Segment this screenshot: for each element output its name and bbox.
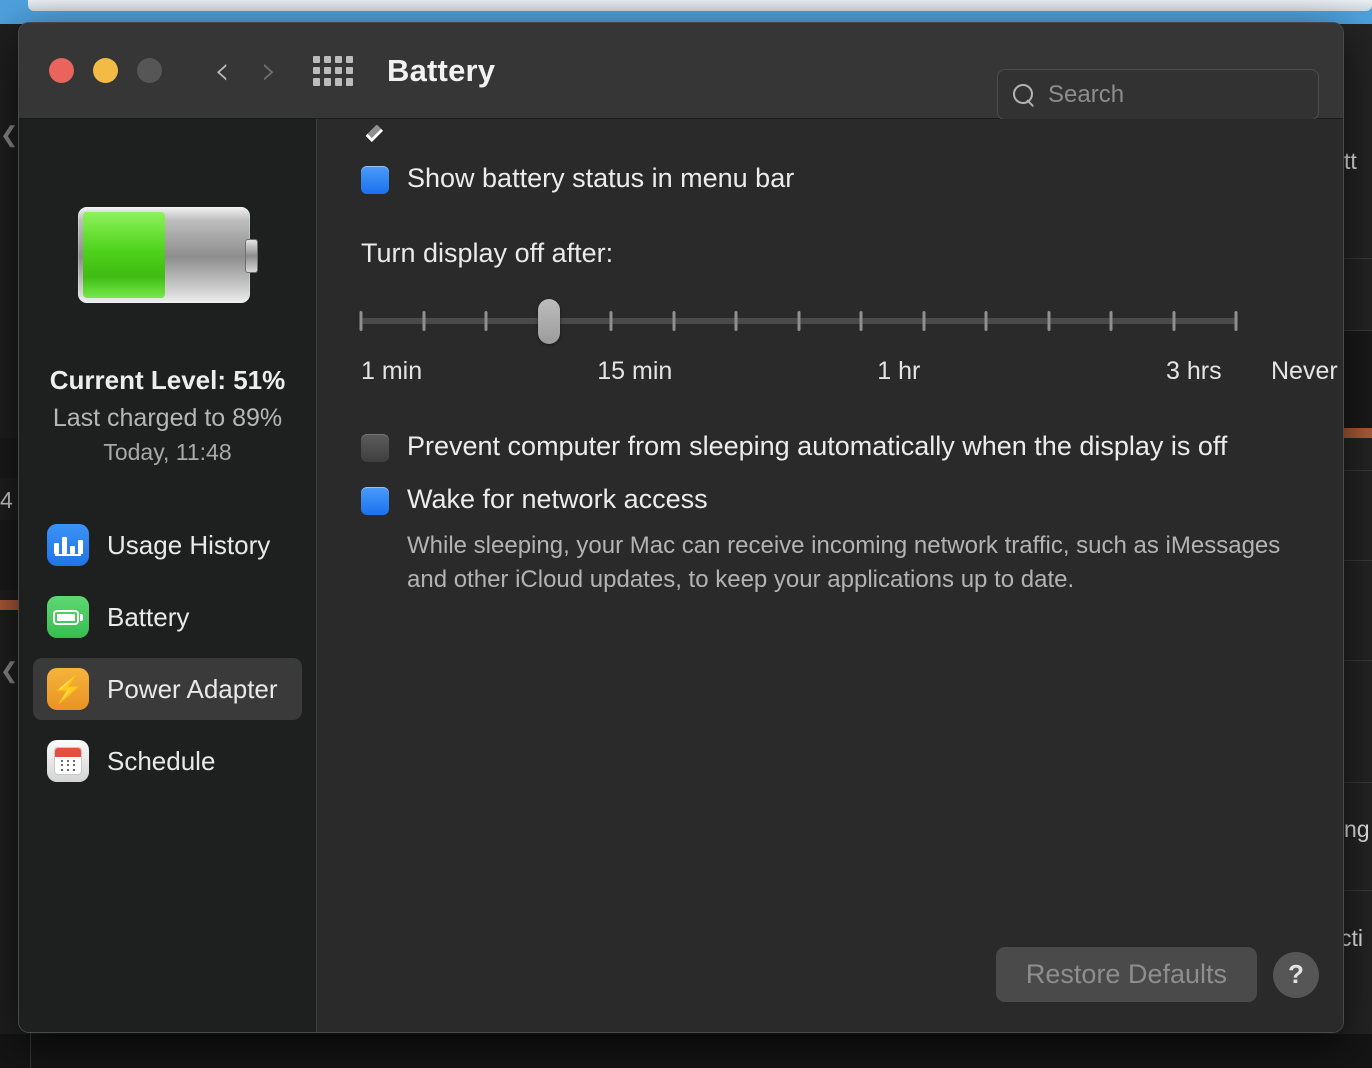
slider-tick xyxy=(422,311,425,332)
search-field[interactable] xyxy=(997,69,1319,120)
slider-label: 3 hrs xyxy=(1166,357,1222,386)
slider-tick xyxy=(734,311,738,332)
slider-label: Never xyxy=(1271,357,1338,386)
sidebar-nav: Usage History Battery ⚡ Power Adapter Sc… xyxy=(19,514,316,802)
background-text-fragment: 4 xyxy=(0,487,13,513)
battery-fill xyxy=(82,212,166,298)
background-top-window xyxy=(28,0,1372,11)
back-button[interactable]: ‹ xyxy=(214,51,230,91)
search-icon xyxy=(1012,83,1036,107)
background-bottom-strip xyxy=(0,1034,1372,1068)
sidebar-item-label: Power Adapter xyxy=(107,673,278,704)
display-sleep-slider[interactable] xyxy=(359,299,1238,345)
sidebar-item-label: Usage History xyxy=(107,529,271,560)
battery-terminal xyxy=(244,239,258,273)
current-level-text: Current Level: 51% xyxy=(49,365,286,395)
slider-tick xyxy=(609,311,613,332)
show-all-icon[interactable] xyxy=(313,55,353,86)
close-button[interactable] xyxy=(49,58,74,83)
prevent-sleep-label: Prevent computer from sleeping automatic… xyxy=(407,431,1228,462)
wake-for-network-checkbox[interactable] xyxy=(361,124,389,516)
show-battery-status-label: Show battery status in menu bar xyxy=(407,163,795,193)
sidebar-item-schedule[interactable]: Schedule xyxy=(33,730,302,792)
slider-tick xyxy=(1047,311,1050,332)
slider-label: 1 hr xyxy=(877,357,921,386)
background-text-fragment: tt xyxy=(1344,148,1357,174)
slider-tick xyxy=(484,311,488,332)
battery-preferences-window: ‹ › Battery Current Level: 51% Last char… xyxy=(18,22,1344,1033)
slider-tick xyxy=(359,311,363,332)
sidebar-item-power-adapter[interactable]: ⚡ Power Adapter xyxy=(33,658,302,720)
battery-icon xyxy=(47,596,89,638)
slider-labels: 1 min 15 min 1 hr 3 hrs Never xyxy=(361,357,1338,389)
minimize-button[interactable] xyxy=(93,58,118,83)
footer-buttons: Restore Defaults ? xyxy=(995,947,1319,1002)
show-battery-status-checkbox[interactable] xyxy=(361,124,389,194)
navigation-buttons: ‹ › xyxy=(214,51,277,91)
slider-label: 15 min xyxy=(597,357,673,386)
main-panel: Show battery status in menu bar Turn dis… xyxy=(317,119,1343,1032)
wake-for-network-label: Wake for network access xyxy=(407,484,708,515)
slider-label: 1 min xyxy=(361,357,423,386)
last-charged-time: Today, 11:48 xyxy=(103,439,232,465)
slider-tick xyxy=(1109,311,1113,332)
slider-tick xyxy=(922,311,925,332)
slider-tick xyxy=(797,311,800,332)
prevent-sleep-row[interactable]: Prevent computer from sleeping automatic… xyxy=(361,431,1319,463)
slider-tick xyxy=(672,311,675,332)
usage-history-icon xyxy=(47,524,89,566)
background-chevron-icon: ❮ xyxy=(0,658,19,683)
search-input[interactable] xyxy=(1048,80,1304,109)
battery-shell xyxy=(77,207,250,303)
slider-tick xyxy=(859,311,863,332)
background-text-fragment: ng xyxy=(1344,816,1370,842)
page-title: Battery xyxy=(387,52,496,88)
help-button[interactable]: ? xyxy=(1273,951,1319,998)
forward-button[interactable]: › xyxy=(261,51,277,91)
slider-tick xyxy=(1234,311,1238,332)
last-charged-text: Last charged to 89% xyxy=(52,404,283,432)
slider-tick xyxy=(1172,311,1175,332)
turn-display-off-label: Turn display off after: xyxy=(361,238,614,269)
prevent-sleep-checkbox[interactable] xyxy=(361,434,389,463)
sidebar-item-label: Schedule xyxy=(107,745,216,776)
show-battery-status-row[interactable]: Show battery status in menu bar xyxy=(361,124,1319,194)
window-body: Current Level: 51% Last charged to 89% T… xyxy=(19,119,1343,1032)
zoom-button[interactable] xyxy=(137,58,162,83)
sidebar: Current Level: 51% Last charged to 89% T… xyxy=(19,119,317,1032)
window-titlebar: ‹ › Battery xyxy=(19,23,1343,120)
wake-for-network-description: While sleeping, your Mac can receive inc… xyxy=(407,532,1281,594)
background-chevron-icon: ❮ xyxy=(0,122,19,147)
battery-illustration xyxy=(77,207,258,303)
sidebar-item-usage-history[interactable]: Usage History xyxy=(33,514,302,576)
power-adapter-icon: ⚡ xyxy=(47,668,89,710)
restore-defaults-button[interactable]: Restore Defaults xyxy=(995,947,1257,1002)
slider-tick xyxy=(984,311,988,332)
traffic-lights xyxy=(49,58,162,83)
wake-for-network-row[interactable]: Wake for network access xyxy=(361,124,1319,516)
schedule-icon xyxy=(47,740,89,782)
sidebar-item-battery[interactable]: Battery xyxy=(33,586,302,648)
sidebar-item-label: Battery xyxy=(107,601,190,632)
slider-thumb[interactable] xyxy=(537,299,560,345)
